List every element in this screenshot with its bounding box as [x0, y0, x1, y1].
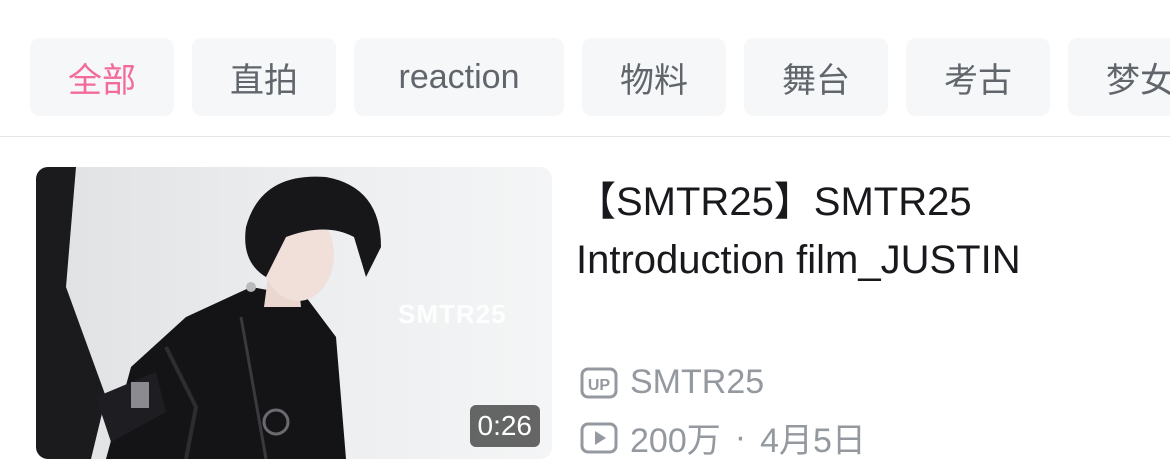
- category-tab-strip: 全部 直拍 reaction 物料 舞台 考古 梦女: [30, 38, 1170, 116]
- tab-2[interactable]: reaction: [354, 38, 564, 116]
- tab-5[interactable]: 考古: [906, 38, 1050, 116]
- play-count-icon: [580, 422, 618, 453]
- video-thumbnail[interactable]: SMTR25 0:26: [36, 167, 552, 459]
- thumbnail-watermark: SMTR25: [398, 299, 507, 329]
- tab-4[interactable]: 舞台: [744, 38, 888, 116]
- tab-6[interactable]: 梦女: [1068, 38, 1170, 116]
- upload-date: 4月5日: [760, 422, 866, 460]
- tab-0[interactable]: 全部: [30, 38, 174, 116]
- svg-text:UP: UP: [588, 377, 611, 394]
- tab-3[interactable]: 物料: [582, 38, 726, 116]
- duration-badge: 0:26: [469, 405, 540, 447]
- uploader-row[interactable]: UP SMTR25: [580, 363, 764, 402]
- uploader-name[interactable]: SMTR25: [630, 363, 764, 402]
- video-title[interactable]: 【SMTR25】SMTR25 Introduction film_JUSTIN: [576, 173, 1136, 289]
- video-card[interactable]: SMTR25 0:26 【SMTR25】SMTR25 Introduction …: [36, 167, 1170, 462]
- tab-divider: [0, 136, 1170, 137]
- stats-row: 200万 · 4月5日: [580, 413, 866, 462]
- tab-1[interactable]: 直拍: [192, 38, 336, 116]
- view-count: 200万: [630, 422, 721, 460]
- meta-separator: ·: [734, 418, 747, 456]
- up-badge-icon: UP: [580, 367, 618, 398]
